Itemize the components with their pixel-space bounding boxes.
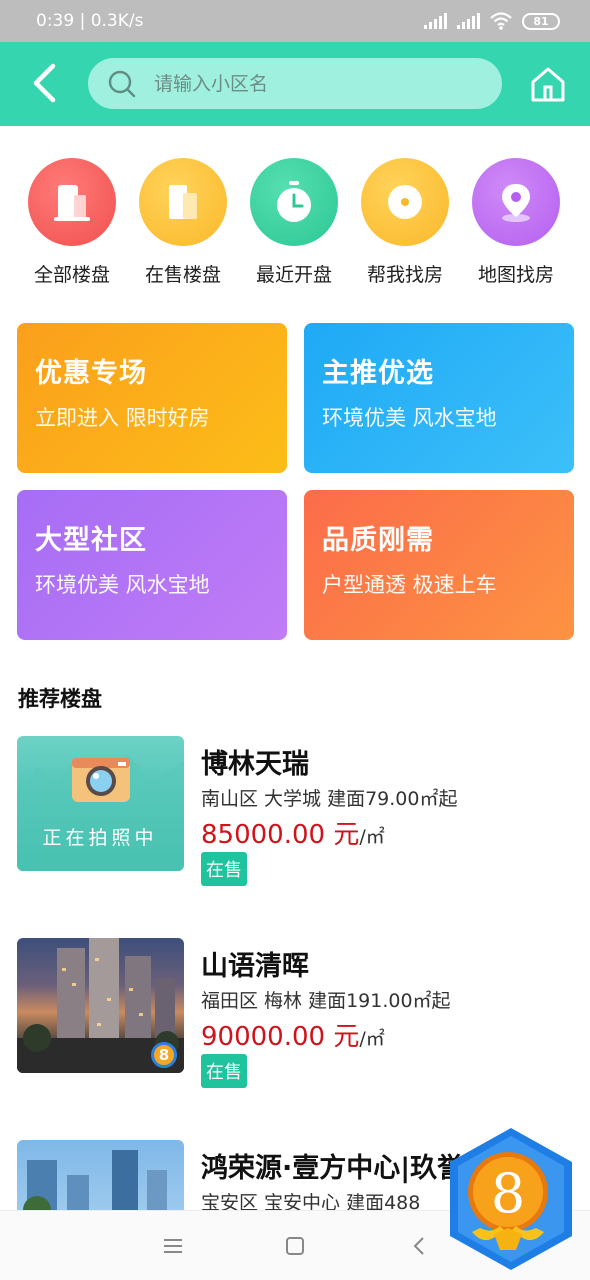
promo-subtitle: 环境优美 风水宝地 xyxy=(35,573,210,597)
listing-item[interactable]: 8 山语清晖 福田区 梅林 建面191.00㎡起 90000.00 元/㎡ 在售 xyxy=(17,938,577,1088)
menu-button[interactable] xyxy=(158,1231,188,1261)
thumb-caption: 正在拍照中 xyxy=(42,827,157,849)
back-button[interactable] xyxy=(22,60,66,106)
category-on-sale[interactable]: 在售楼盘 xyxy=(128,158,238,287)
category-label: 全部楼盘 xyxy=(33,264,110,286)
promo-subtitle: 户型通透 极速上车 xyxy=(322,573,497,597)
promo-discount[interactable]: 优惠专场 立即进入 限时好房 xyxy=(17,323,287,473)
home-button[interactable] xyxy=(526,62,570,106)
category-recent-open[interactable]: 最近开盘 xyxy=(239,158,349,287)
category-help-find[interactable]: 帮我找房 xyxy=(350,158,460,287)
price-unit: /㎡ xyxy=(359,1028,385,1050)
search-input[interactable] xyxy=(154,72,474,95)
listing-name: 鸿荣源·壹方中心|玖誉 xyxy=(201,1153,465,1184)
chevron-left-icon xyxy=(413,1237,424,1255)
listing-description: 宝安区 宝安中心 建面488 xyxy=(201,1192,421,1210)
listing-item[interactable]: 正在拍照中 博林天瑞 南山区 大学城 建面79.00㎡起 85000.00 元/… xyxy=(17,736,577,886)
promo-title: 大型社区 xyxy=(35,525,147,556)
search-icon xyxy=(108,70,136,97)
map-pin-icon xyxy=(472,158,560,246)
wifi-icon xyxy=(490,12,512,30)
back-arrow-icon xyxy=(33,63,56,103)
status-badge: 在售 xyxy=(201,1054,247,1088)
promo-subtitle: 环境优美 风水宝地 xyxy=(322,406,497,430)
signal-icon xyxy=(424,13,447,29)
promo-title: 主推优选 xyxy=(322,358,434,389)
status-bar: 0:39 | 0.3K/s 81 xyxy=(0,0,590,42)
search-house-icon xyxy=(361,158,449,246)
promo-title: 品质刚需 xyxy=(322,525,434,556)
photo-placeholder-image: 正在拍照中 xyxy=(17,754,184,871)
status-time: 0:39 | 0.3K/s xyxy=(36,11,144,31)
timer-icon xyxy=(250,158,338,246)
listing-price: 90000.00 元/㎡ xyxy=(201,1016,385,1053)
price-unit: /㎡ xyxy=(359,826,385,848)
small-badge-number: 8 xyxy=(158,1046,170,1064)
category-all-buildings[interactable]: 全部楼盘 xyxy=(17,158,127,287)
promo-large-community[interactable]: 大型社区 环境优美 风水宝地 xyxy=(17,490,287,640)
signal-icon-2 xyxy=(457,13,480,29)
status-badge: 在售 xyxy=(201,852,247,886)
battery-icon: 81 xyxy=(522,12,560,30)
home-icon xyxy=(531,67,565,102)
promo-featured[interactable]: 主推优选 环境优美 风水宝地 xyxy=(304,323,574,473)
section-title: 推荐楼盘 xyxy=(18,687,102,711)
promo-quality-essential[interactable]: 品质刚需 户型通透 极速上车 xyxy=(304,490,574,640)
hexagon-badge-icon: 8 xyxy=(450,1128,572,1270)
back-nav-button[interactable] xyxy=(404,1231,434,1261)
building-icon xyxy=(28,158,116,246)
listing-description: 南山区 大学城 建面79.00㎡起 xyxy=(201,788,458,810)
listing-price: 85000.00 元/㎡ xyxy=(201,814,385,851)
price-value: 90000.00 元 xyxy=(201,1022,360,1052)
listing-name: 博林天瑞 xyxy=(201,749,309,780)
search-bar[interactable] xyxy=(88,58,502,109)
menu-icon xyxy=(164,1239,182,1253)
listing-thumbnail: 正在拍照中 xyxy=(17,736,184,871)
category-map-find[interactable]: 地图找房 xyxy=(461,158,571,287)
listing-thumbnail: 8 xyxy=(17,938,184,1073)
listing-description: 福田区 梅林 建面191.00㎡起 xyxy=(201,990,451,1012)
small-level-badge: 8 xyxy=(151,1042,177,1068)
category-label: 地图找房 xyxy=(477,264,554,286)
listing-name: 山语清晖 xyxy=(201,951,309,982)
square-icon xyxy=(286,1237,304,1255)
listing-thumbnail xyxy=(17,1140,184,1210)
price-value: 85000.00 元 xyxy=(201,820,360,850)
category-label: 帮我找房 xyxy=(366,264,443,286)
category-label: 在售楼盘 xyxy=(144,264,221,286)
promo-title: 优惠专场 xyxy=(35,358,147,389)
category-menu: 全部楼盘 在售楼盘 最近开盘 帮我找房 地图找房 xyxy=(0,158,590,298)
status-icons: 81 xyxy=(424,12,560,30)
floating-level-badge[interactable]: 8 xyxy=(444,1124,578,1274)
on-sale-building-icon xyxy=(139,158,227,246)
skyline-photo-image xyxy=(23,1150,167,1210)
top-header xyxy=(0,42,590,126)
home-nav-button[interactable] xyxy=(280,1231,310,1261)
badge-number: 8 xyxy=(491,1162,525,1225)
promo-subtitle: 立即进入 限时好房 xyxy=(35,406,210,430)
category-label: 最近开盘 xyxy=(255,264,332,286)
